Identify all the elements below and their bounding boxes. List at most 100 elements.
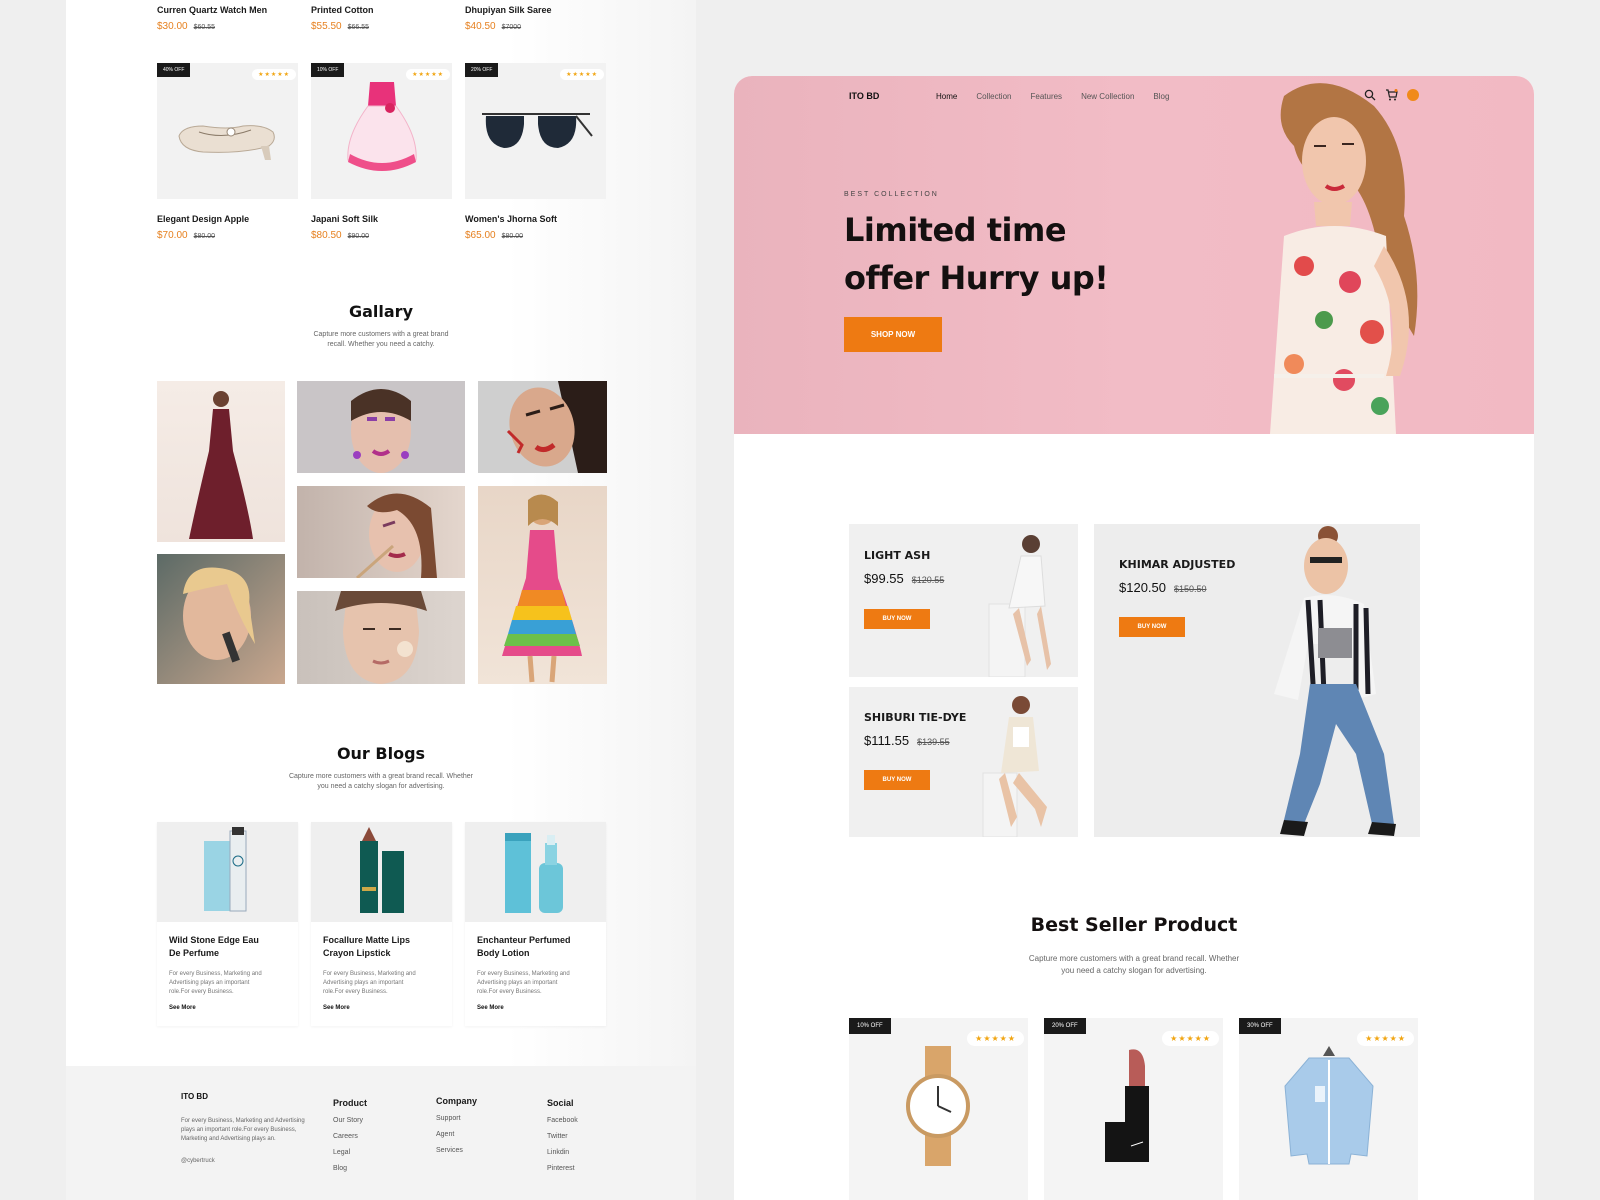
gallery-image[interactable] (157, 554, 285, 684)
nav-link-collection[interactable]: Collection (976, 92, 1011, 101)
gallery-image[interactable] (297, 591, 465, 684)
discount-badge: 10% OFF (849, 1018, 891, 1034)
gallery-image[interactable] (157, 381, 285, 542)
best-seller-subtitle-line: you need a catchy slogan for advertising… (1061, 966, 1207, 975)
footer-link[interactable]: Facebook (547, 1117, 578, 1124)
blog-title: Focallure Matte Lips Crayon Lipstick (323, 934, 440, 960)
blog-desc-line: role.For every Business. (477, 989, 542, 995)
product-price: $70.00 (157, 230, 188, 241)
best-seller-card[interactable]: 20% OFF ★★★★★ (1044, 1018, 1223, 1200)
product-card[interactable]: Printed Cotton $55.50 $66.55 (311, 5, 451, 32)
shop-now-button[interactable]: SHOP NOW (844, 317, 942, 352)
left-page-preview: Curren Quartz Watch Men $30.00 $60.55 Pri… (66, 0, 696, 1200)
model-image (1274, 526, 1396, 836)
footer-link[interactable]: Pinterest (547, 1165, 578, 1172)
discount-badge: 20% OFF (1044, 1018, 1086, 1034)
blog-title: Enchanteur Perfumed Body Lotion (477, 934, 594, 960)
featured-name: LIGHT ASH (864, 549, 931, 562)
nav-link-new-collection[interactable]: New Collection (1081, 92, 1134, 101)
footer-brand-column: ITO BD For every Business, Marketing and… (181, 1092, 313, 1164)
featured-old-price: $150.50 (1174, 584, 1207, 594)
gallery-image[interactable] (478, 486, 607, 684)
best-seller-subtitle: Capture more customers with a great bran… (984, 953, 1284, 977)
buy-now-button[interactable]: BUY NOW (864, 609, 930, 629)
gallery-title: Gallary (348, 302, 413, 321)
featured-name: SHIBURI TIE-DYE (864, 711, 967, 724)
footer-link[interactable]: Linkdin (547, 1149, 578, 1156)
blog-card[interactable]: Wild Stone Edge Eau De Perfume For every … (157, 822, 298, 1026)
gallery-image[interactable] (478, 381, 607, 473)
footer-link[interactable]: Services (436, 1147, 477, 1154)
featured-card-light-ash[interactable]: LIGHT ASH $99.55 $120.55 BUY NOW (849, 524, 1078, 677)
shirt-icon (1284, 1046, 1374, 1165)
nav-link-home[interactable]: Home (936, 92, 957, 101)
footer-desc-line: plays an important role.For every Busine… (181, 1127, 297, 1133)
footer-link[interactable]: Agent (436, 1131, 477, 1138)
model-image (982, 696, 1047, 837)
product-name: Dhupiyan Silk Saree (465, 5, 552, 15)
rating-stars: ★★★★★ (406, 69, 450, 80)
footer-desc-line: For every Business, Marketing and Advert… (181, 1118, 305, 1124)
blog-card[interactable]: Enchanteur Perfumed Body Lotion For every… (465, 822, 606, 1026)
blog-image[interactable] (157, 822, 298, 922)
product-image[interactable]: 10% OFF ★★★★★ (311, 63, 452, 199)
see-more-link[interactable]: See More (323, 1005, 440, 1011)
product-name: Women's Jhorna Soft (465, 214, 557, 224)
see-more-link[interactable]: See More (477, 1005, 594, 1011)
footer-link[interactable]: Support (436, 1115, 477, 1122)
hero-title-line: Limited time (844, 211, 1067, 249)
buy-now-button[interactable]: BUY NOW (864, 770, 930, 790)
product-image[interactable]: 40% OFF ★★★★★ (157, 63, 298, 199)
gallery-subtitle: Capture more customers with a great bran… (281, 330, 481, 350)
blog-title-line: De Perfume (169, 948, 220, 958)
footer-link[interactable]: Our Story (333, 1117, 367, 1124)
best-seller-title: Best Seller Product (1030, 914, 1238, 936)
nav-brand-logo[interactable]: ITO BD (849, 91, 879, 101)
blogs-title: Our Blogs (336, 744, 426, 763)
see-more-link[interactable]: See More (169, 1005, 286, 1011)
gallery-image[interactable] (297, 486, 465, 578)
footer: ITO BD For every Business, Marketing and… (66, 1066, 696, 1200)
product-card[interactable]: 20% OFF ★★★★★ Women's Jhorna Soft $65.00… (465, 63, 606, 241)
buy-now-button[interactable]: BUY NOW (1119, 617, 1185, 637)
blog-image[interactable] (465, 822, 606, 922)
lipstick-model-icon (183, 567, 255, 663)
featured-card-khimar-adjusted[interactable]: KHIMAR ADJUSTED $120.50 $150.50 BUY NOW (1094, 524, 1420, 837)
right-page-preview: ITO BD Home Collection Features New Coll… (734, 76, 1534, 1200)
featured-card-shiburi-tie-dye[interactable]: SHIBURI TIE-DYE $111.55 $139.55 BUY NOW (849, 687, 1078, 837)
product-name: Curren Quartz Watch Men (157, 5, 268, 15)
nav-link-features[interactable]: Features (1030, 92, 1062, 101)
blog-card[interactable]: Focallure Matte Lips Crayon Lipstick For … (311, 822, 452, 1026)
rating-stars: ★★★★★ (1162, 1031, 1219, 1046)
product-card[interactable]: Dhupiyan Silk Saree $40.50 $7000 (465, 5, 605, 32)
footer-handle[interactable]: @cybertruck (181, 1158, 313, 1164)
product-image[interactable]: 20% OFF ★★★★★ (465, 63, 606, 199)
product-old-price: $90.00 (347, 233, 370, 240)
footer-link[interactable]: Twitter (547, 1133, 578, 1140)
featured-price-row: $120.50 $150.50 (1119, 580, 1207, 595)
featured-old-price: $120.55 (911, 575, 945, 585)
featured-price-row: $99.55 $120.55 (864, 571, 944, 586)
product-name: Elegant Design Apple (157, 214, 250, 224)
product-price: $80.50 (311, 230, 342, 241)
blog-title-line: Enchanteur Perfumed (477, 935, 571, 945)
footer-link[interactable]: Blog (333, 1165, 367, 1172)
gallery-image[interactable] (297, 381, 465, 473)
product-card[interactable]: Curren Quartz Watch Men $30.00 $60.55 (157, 5, 297, 32)
product-card[interactable]: 10% OFF ★★★★★ Japani Soft Silk $80.50 $90… (311, 63, 452, 241)
blog-image[interactable] (311, 822, 452, 922)
model-image (988, 535, 1051, 677)
footer-link[interactable]: Careers (333, 1133, 367, 1140)
hero-banner: ITO BD Home Collection Features New Coll… (734, 76, 1534, 434)
blog-desc-line: Advertising plays an important (477, 980, 558, 986)
blog-desc-line: Advertising plays an important (169, 980, 250, 986)
product-card[interactable]: 40% OFF ★★★★★ Elegant Design Apple $70.0… (157, 63, 298, 241)
perfume-bottle-icon (203, 827, 246, 912)
product-price: $40.50 (465, 21, 496, 32)
best-seller-card[interactable]: 10% OFF ★★★★★ (849, 1018, 1028, 1200)
footer-link[interactable]: Legal (333, 1149, 367, 1156)
nav-link-blog[interactable]: Blog (1153, 92, 1169, 101)
blog-desc-line: For every Business, Marketing and (477, 971, 570, 977)
rating-stars: ★★★★★ (967, 1031, 1024, 1046)
best-seller-card[interactable]: 30% OFF ★★★★★ (1239, 1018, 1418, 1200)
